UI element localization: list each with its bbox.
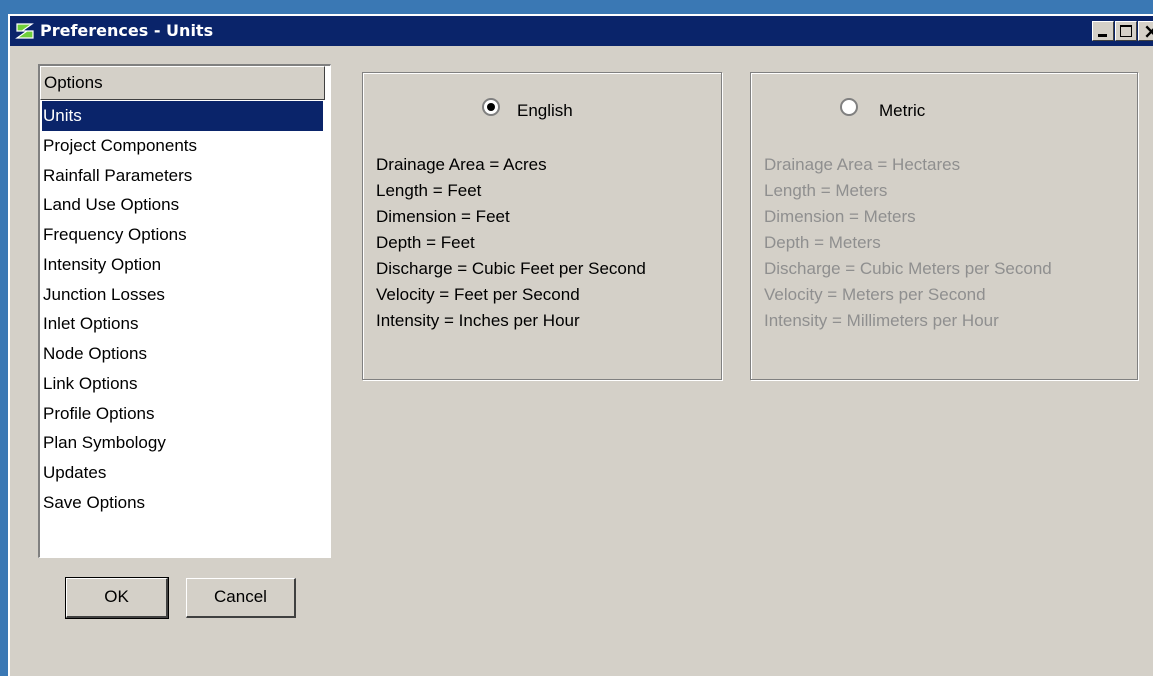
english-unit-line: Drainage Area = Acres — [376, 155, 547, 174]
options-list-item[interactable]: Rainfall Parameters — [42, 161, 323, 191]
title-bar[interactable]: Preferences - Units — [10, 16, 1153, 46]
options-list-item[interactable]: Updates — [42, 458, 323, 488]
english-unit-line: Intensity = Inches per Hour — [376, 311, 580, 330]
metric-radio[interactable] — [840, 98, 858, 116]
english-unit-line: Velocity = Feet per Second — [376, 285, 580, 304]
english-units-panel: English Drainage Area = Acres Length = Fe… — [362, 72, 722, 380]
options-list-item[interactable]: Plan Symbology — [42, 428, 323, 458]
options-list-item[interactable]: Save Options — [42, 488, 323, 518]
metric-unit-line: Drainage Area = Hectares — [764, 155, 961, 174]
options-list-item[interactable]: Project Components — [42, 131, 323, 161]
metric-radio-label[interactable]: Metric — [879, 101, 925, 121]
window-title: Preferences - Units — [40, 21, 214, 40]
options-list-item[interactable]: Units — [42, 101, 323, 131]
metric-unit-line: Velocity = Meters per Second — [764, 285, 986, 304]
english-radio[interactable] — [482, 98, 500, 116]
options-list-header-label: Options — [44, 73, 103, 92]
metric-unit-line: Intensity = Millimeters per Hour — [764, 311, 999, 330]
minimize-button[interactable] — [1092, 21, 1114, 41]
english-radio-label[interactable]: English — [517, 101, 573, 121]
maximize-button[interactable] — [1115, 21, 1137, 41]
metric-unit-line: Length = Meters — [764, 181, 888, 200]
metric-units-panel: Metric Drainage Area = Hectares Length = … — [750, 72, 1138, 380]
cancel-button[interactable]: Cancel — [186, 578, 296, 618]
options-list-item[interactable]: Junction Losses — [42, 280, 323, 310]
english-unit-line: Depth = Feet — [376, 233, 475, 252]
options-list-item[interactable]: Intensity Option — [42, 250, 323, 280]
english-unit-line: Discharge = Cubic Feet per Second — [376, 259, 646, 278]
options-list-item[interactable]: Profile Options — [42, 399, 323, 429]
close-button[interactable] — [1138, 19, 1153, 43]
metric-unit-line: Depth = Meters — [764, 233, 881, 252]
metric-unit-line: Discharge = Cubic Meters per Second — [764, 259, 1052, 278]
options-list-item[interactable]: Frequency Options — [42, 220, 323, 250]
english-unit-list: Drainage Area = Acres Length = Feet Dimens… — [376, 152, 646, 334]
app-logo-icon — [15, 23, 34, 39]
options-list-item[interactable]: Link Options — [42, 369, 323, 399]
options-list-item[interactable]: Node Options — [42, 339, 323, 369]
options-list-header: Options — [40, 66, 325, 100]
options-list: Units Project Components Rainfall Paramete… — [42, 101, 323, 518]
english-unit-line: Dimension = Feet — [376, 207, 510, 226]
preferences-window: Preferences - Units Options UnitsProject… — [8, 14, 1153, 676]
ok-button[interactable]: OK — [65, 577, 169, 619]
options-list-item[interactable]: Inlet Options — [42, 309, 323, 339]
options-listbox[interactable]: Options Units Project Components Rainfall … — [38, 64, 331, 558]
radio-selected-dot — [487, 103, 495, 111]
options-list-item[interactable]: Land Use Options — [42, 190, 323, 220]
metric-unit-line: Dimension = Meters — [764, 207, 916, 226]
metric-unit-list: Drainage Area = Hectares Length = Meters D… — [764, 152, 1052, 334]
english-unit-line: Length = Feet — [376, 181, 482, 200]
